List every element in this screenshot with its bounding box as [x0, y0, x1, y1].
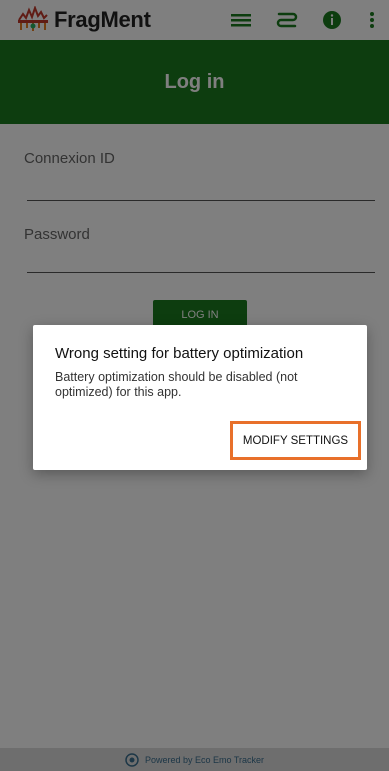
battery-dialog: Wrong setting for battery optimization B… [33, 325, 367, 470]
login-screen: FragMent [0, 0, 389, 771]
dialog-message: Battery optimization should be disabled … [55, 370, 298, 399]
dialog-title: Wrong setting for battery optimization [55, 345, 304, 362]
modify-settings-button[interactable]: MODIFY SETTINGS [233, 424, 358, 457]
